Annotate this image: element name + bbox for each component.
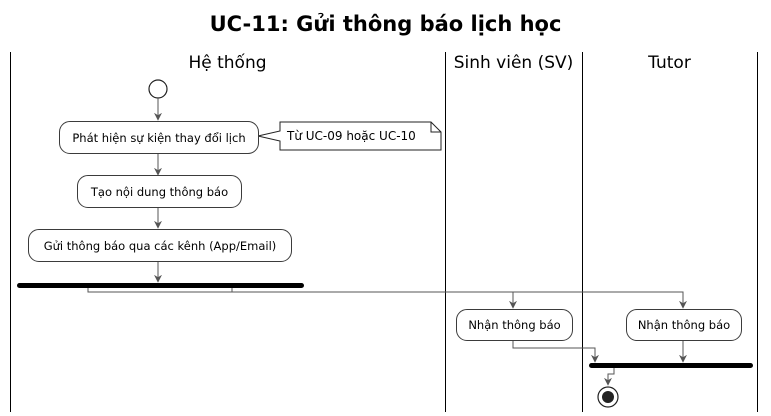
action-send-notification: Gửi thông báo qua các kênh (App/Email) — [28, 229, 292, 262]
join-bar — [589, 363, 753, 368]
note-text: Từ UC-09 hoặc UC-10 — [287, 129, 416, 143]
action-sv-receive: Nhận thông báo — [456, 309, 573, 341]
end-node-inner — [602, 391, 614, 403]
start-node — [148, 79, 168, 99]
fork-bar — [17, 283, 304, 288]
edge-fork-sv — [87, 288, 517, 309]
action-create-content: Tạo nội dung thông báo — [77, 175, 242, 208]
action-tutor-receive: Nhận thông báo — [626, 309, 742, 341]
edge-fork-tutor — [231, 288, 687, 309]
action-detect-change: Phát hiện sự kiện thay đổi lịch — [59, 121, 259, 154]
activity-diagram-canvas — [10, 52, 758, 412]
edge-join-end — [604, 368, 615, 386]
